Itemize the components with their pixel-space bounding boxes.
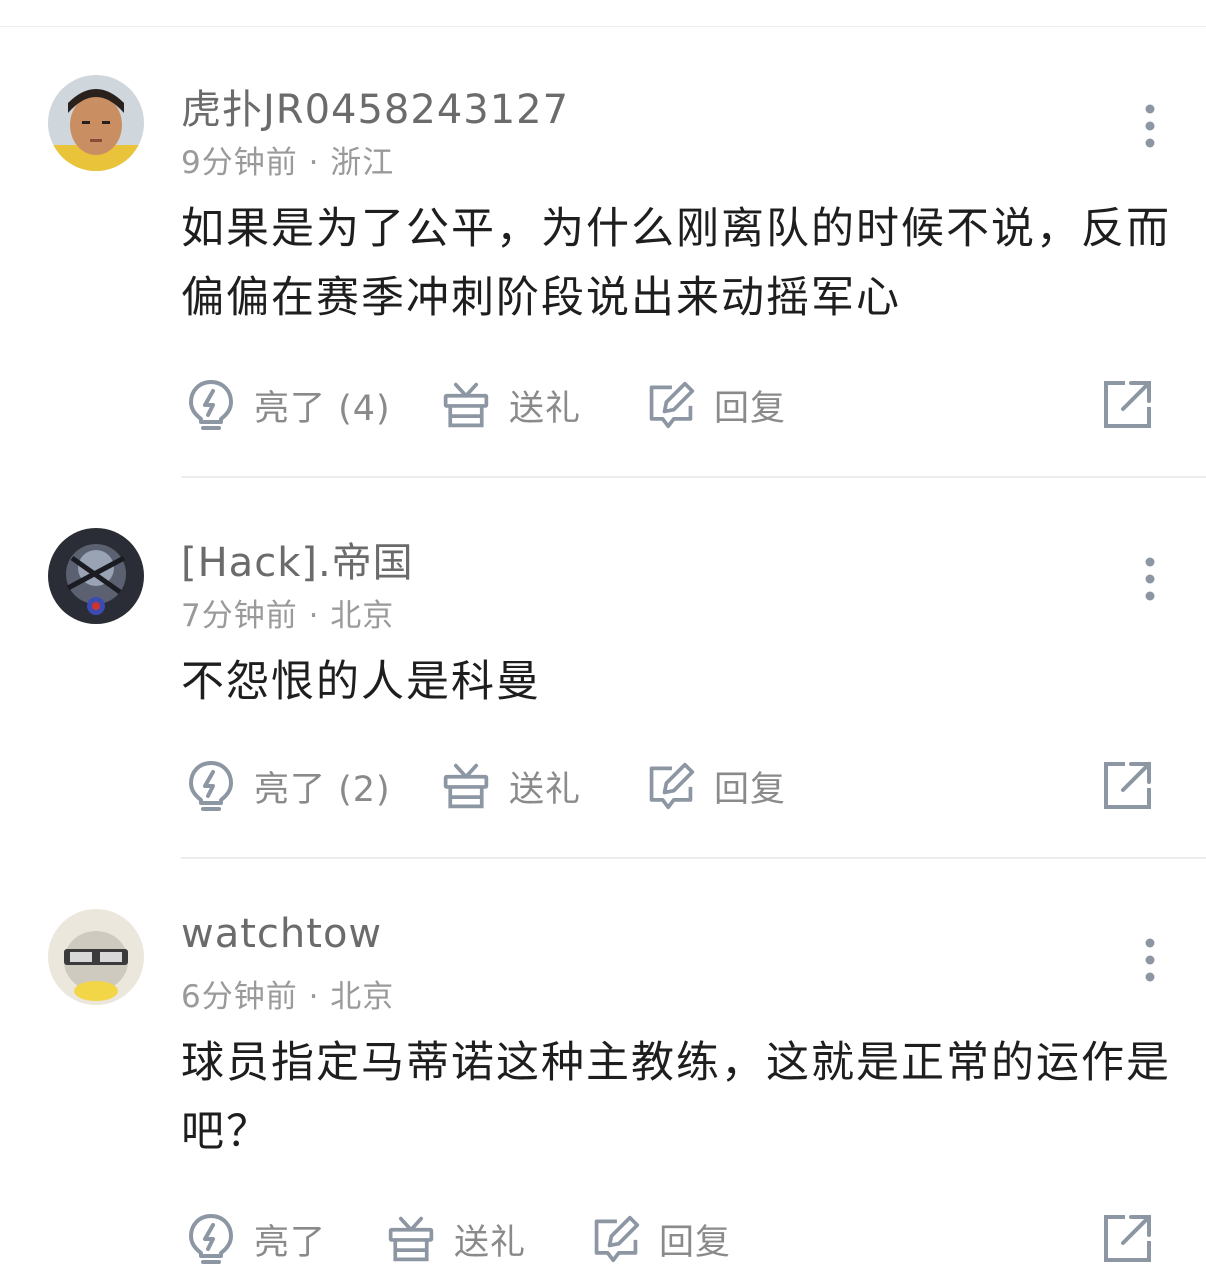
comment-time: 9分钟前	[181, 145, 298, 181]
username[interactable]: [Hack].帝国	[181, 530, 414, 588]
like-count-label: 亮了	[254, 1222, 327, 1263]
more-vertical-icon	[1145, 557, 1155, 601]
like-button[interactable]: 亮了 (2)	[186, 756, 391, 816]
reply-button[interactable]: 回复	[646, 375, 786, 435]
comment-location: 北京	[330, 598, 395, 634]
gift-button[interactable]: 送礼	[441, 375, 581, 435]
share-icon	[1104, 762, 1151, 809]
edit-reply-icon	[594, 1215, 640, 1263]
comment-meta: 7分钟前 · 北京	[181, 590, 394, 635]
reply-label: 回复	[714, 769, 787, 810]
lightbulb-icon	[189, 380, 233, 430]
comment-actions: 亮了 (2) 送礼 回复	[181, 756, 1171, 816]
edit-reply-icon	[649, 381, 695, 429]
comment-meta: 9分钟前 · 浙江	[181, 137, 394, 182]
comment-item: [Hack].帝国 7分钟前 · 北京 不怨恨的人是科曼 亮了 (2) 送礼 回…	[0, 528, 1206, 858]
reply-button[interactable]: 回复	[646, 756, 786, 816]
comment-item: 虎扑JR0458243127 9分钟前 · 浙江 如果是为了公平，为什么刚离队的…	[0, 75, 1206, 477]
gift-label: 送礼	[454, 1222, 527, 1263]
comment-content: 球员指定马蒂诺这种主教练，这就是正常的运作是吧？	[181, 1038, 1171, 1157]
comment-content: 如果是为了公平，为什么刚离队的时候不说，反而偏偏在赛季冲刺阶段说出来动摇军心	[181, 204, 1171, 323]
share-button[interactable]	[1101, 1211, 1155, 1265]
more-options-button[interactable]	[1130, 101, 1170, 151]
comment-meta: 6分钟前 · 北京	[181, 971, 394, 1016]
top-divider	[0, 26, 1206, 27]
share-button[interactable]	[1101, 758, 1155, 812]
gift-icon	[443, 763, 489, 809]
avatar[interactable]	[48, 528, 144, 624]
username[interactable]: 虎扑JR0458243127	[181, 77, 569, 135]
username[interactable]: watchtow	[181, 911, 382, 957]
gift-label: 送礼	[509, 769, 582, 810]
avatar[interactable]	[48, 75, 144, 171]
share-icon	[1104, 1215, 1151, 1262]
lightbulb-icon	[189, 761, 233, 811]
comment-content: 不怨恨的人是科曼	[181, 657, 541, 707]
comment-actions: 亮了 送礼 回复	[181, 1209, 1171, 1269]
more-vertical-icon	[1145, 938, 1155, 982]
gift-button[interactable]: 送礼	[441, 756, 581, 816]
comment-location: 浙江	[330, 145, 395, 181]
comment-item: watchtow 6分钟前 · 北京 球员指定马蒂诺这种主教练，这就是正常的运作…	[0, 909, 1206, 1272]
more-vertical-icon	[1145, 104, 1155, 148]
avatar[interactable]	[48, 909, 144, 1005]
more-options-button[interactable]	[1130, 554, 1170, 604]
comment-location: 北京	[330, 979, 395, 1015]
share-button[interactable]	[1101, 377, 1155, 431]
meta-separator: ·	[297, 598, 331, 634]
meta-separator: ·	[297, 979, 331, 1015]
comment-actions: 亮了 (4) 送礼 回复	[181, 375, 1171, 435]
comment-time: 7分钟前	[181, 598, 298, 634]
reply-label: 回复	[659, 1222, 732, 1263]
like-button[interactable]: 亮了	[186, 1209, 326, 1269]
comment-time: 6分钟前	[181, 979, 298, 1015]
edit-reply-icon	[649, 762, 695, 810]
gift-icon	[388, 1216, 434, 1262]
comment-divider	[181, 857, 1206, 859]
lightbulb-icon	[189, 1214, 233, 1264]
like-count-label: 亮了 (4)	[254, 388, 391, 429]
comment-divider	[181, 476, 1206, 478]
meta-separator: ·	[297, 145, 331, 181]
gift-button[interactable]: 送礼	[386, 1209, 526, 1269]
share-icon	[1104, 381, 1151, 428]
more-options-button[interactable]	[1130, 935, 1170, 985]
like-button[interactable]: 亮了 (4)	[186, 375, 391, 435]
like-count-label: 亮了 (2)	[254, 769, 391, 810]
gift-label: 送礼	[509, 388, 582, 429]
reply-button[interactable]: 回复	[591, 1209, 731, 1269]
reply-label: 回复	[714, 388, 787, 429]
gift-icon	[443, 382, 489, 428]
